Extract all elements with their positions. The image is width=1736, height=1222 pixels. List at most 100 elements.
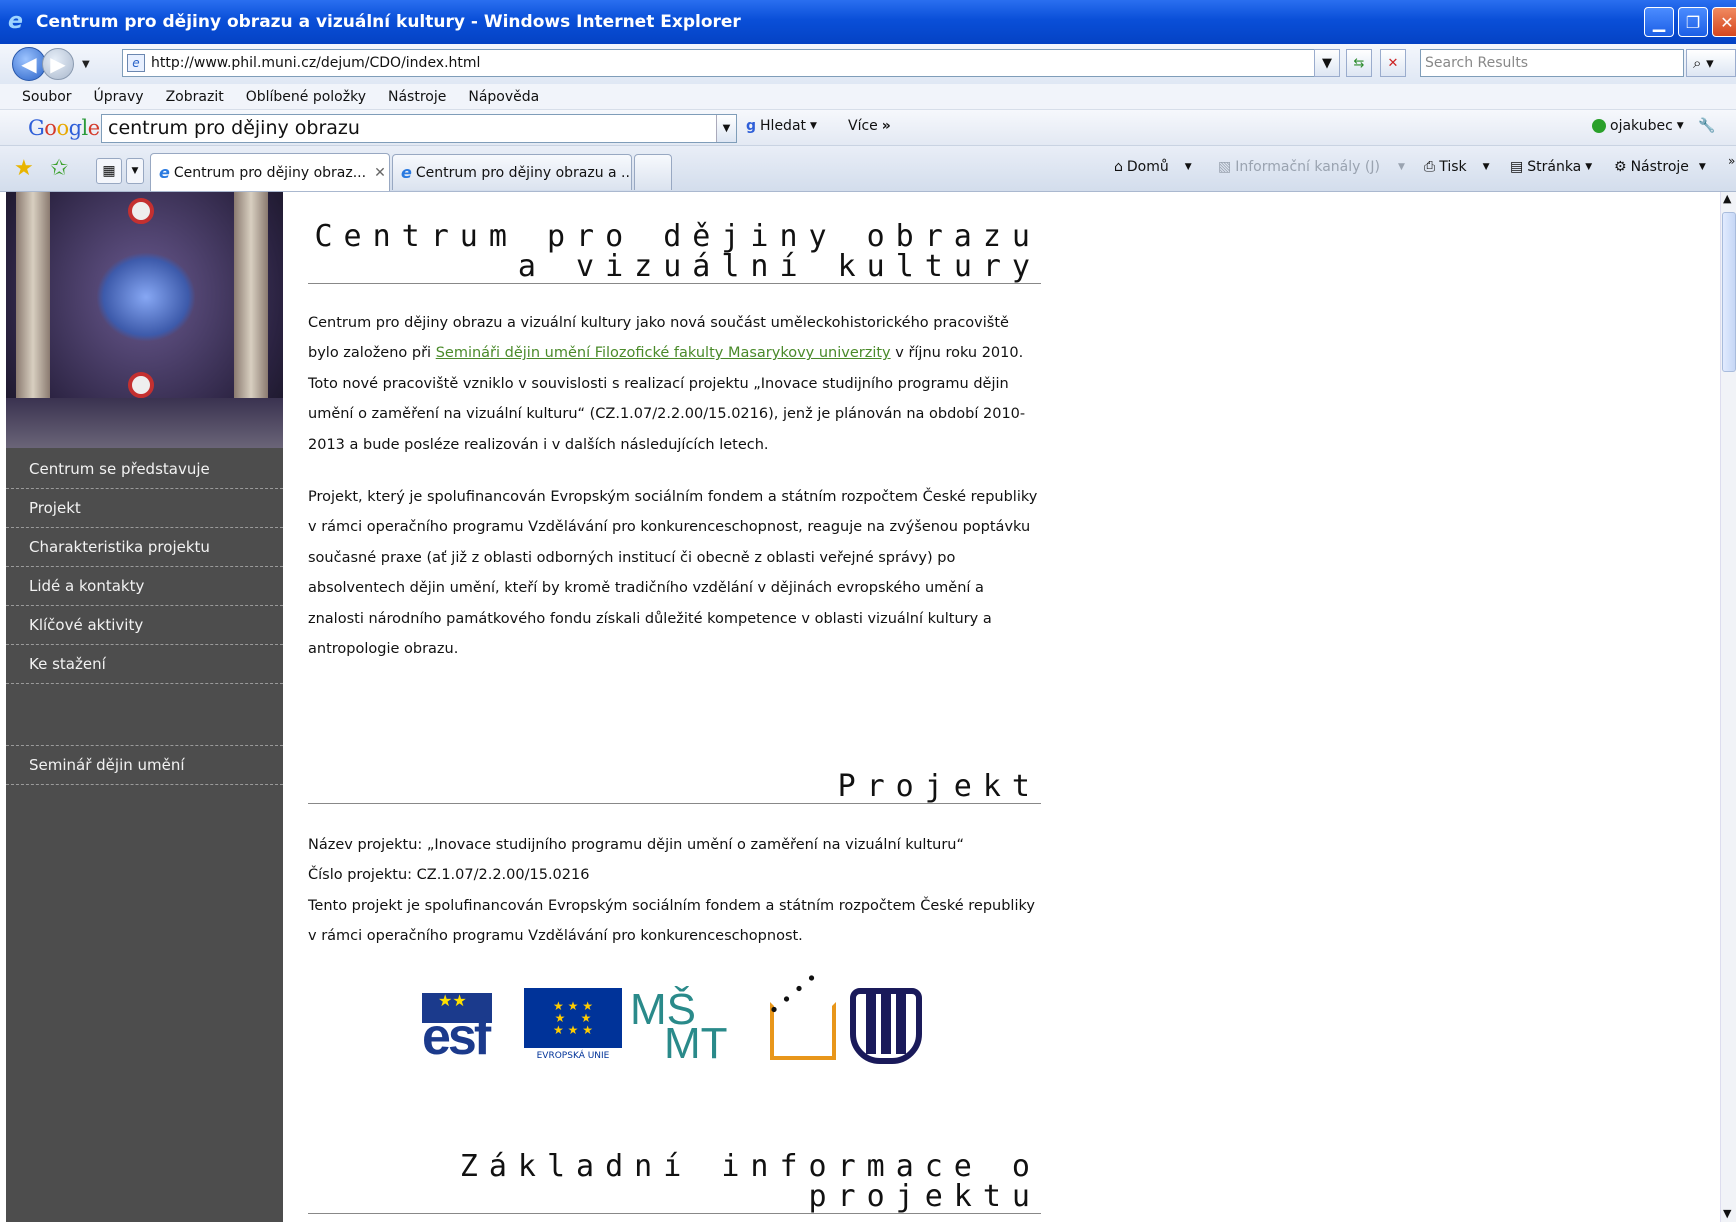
menu-tools[interactable]: Nástroje bbox=[388, 89, 446, 105]
ie-tab-icon: e bbox=[401, 163, 412, 182]
mu-bar-mid bbox=[881, 994, 891, 1054]
esf-text: esf bbox=[422, 1008, 491, 1066]
project-heading: Projekt bbox=[308, 772, 1041, 804]
menu-view[interactable]: Zobrazit bbox=[166, 89, 224, 105]
header-image bbox=[6, 192, 283, 448]
msmt-text-bottom: MT bbox=[664, 1019, 728, 1068]
window-title: Centrum pro dějiny obrazu a vizuální kul… bbox=[36, 12, 741, 32]
google-user-label: ojakubec bbox=[1610, 118, 1673, 134]
chevron-down-icon: ▼ bbox=[1397, 162, 1405, 172]
chevron-down-icon: ▼ bbox=[1482, 162, 1490, 172]
page-title: Centrum pro dějiny obrazu a vizuální kul… bbox=[308, 222, 1041, 284]
print-label: Tisk bbox=[1439, 159, 1467, 175]
google-account-button[interactable]: ojakubec ▼ bbox=[1592, 118, 1684, 134]
figure-shape bbox=[96, 252, 196, 342]
maximize-button[interactable]: ❐ bbox=[1678, 7, 1708, 37]
sidebar-item-ke-stazeni[interactable]: Ke stažení bbox=[6, 645, 283, 684]
page-menu-icon: ▤ bbox=[1510, 159, 1524, 175]
url-text: http://www.phil.muni.cz/dejum/CDO/index.… bbox=[151, 55, 481, 71]
menu-help[interactable]: Nápověda bbox=[468, 89, 539, 105]
close-button[interactable]: ✕ bbox=[1712, 7, 1736, 37]
page-content: Centrum se představuje Projekt Charakter… bbox=[0, 192, 1736, 1222]
quick-tabs-icon[interactable]: ▦ bbox=[96, 158, 122, 184]
url-dropdown-icon[interactable]: ▼ bbox=[1314, 49, 1340, 77]
menu-bar: Soubor Úpravy Zobrazit Oblíbené položky … bbox=[0, 84, 1736, 110]
mu-bar-right bbox=[896, 994, 906, 1054]
address-bar: ◀ ▶ ▼ e http://www.phil.muni.cz/dejum/CD… bbox=[0, 44, 1736, 84]
menu-edit[interactable]: Úpravy bbox=[94, 89, 144, 105]
refresh-icon[interactable]: ⇆ bbox=[1346, 49, 1372, 77]
status-dot-icon bbox=[1592, 119, 1606, 133]
google-search-input[interactable]: centrum pro dějiny obrazu bbox=[101, 114, 737, 143]
print-button[interactable]: ⎙ Tisk ▼ bbox=[1424, 159, 1490, 175]
window-controls: ▁ ❐ ✕ bbox=[1644, 7, 1736, 37]
tab-close-icon[interactable]: ✕ bbox=[374, 165, 386, 181]
ie-tab-icon: e bbox=[159, 163, 170, 182]
favorites-star-icon[interactable]: ★ bbox=[14, 156, 34, 181]
tab-bar: ★ ✩ ▦ ▼ e Centrum pro dějiny obraz... ✕ … bbox=[0, 146, 1736, 192]
eu-stars-icon: ★ ★ ★ ★ ★ ★ ★ ★ bbox=[553, 999, 593, 1037]
sidebar-item-lide[interactable]: Lidé a kontakty bbox=[6, 567, 283, 606]
menu-file[interactable]: Soubor bbox=[22, 89, 72, 105]
home-button[interactable]: ⌂ Domů ▼ bbox=[1114, 159, 1192, 175]
wrench-icon[interactable]: 🔧 bbox=[1698, 118, 1715, 134]
tab-label: Centrum pro dějiny obraz... bbox=[173, 164, 367, 181]
google-toolbar: Google centrum pro dějiny obrazu ▼ g Hle… bbox=[0, 110, 1736, 146]
sidebar-item-charakteristika[interactable]: Charakteristika projektu bbox=[6, 528, 283, 567]
scroll-up-icon[interactable]: ▲ bbox=[1723, 192, 1731, 205]
sidebar-item-projekt[interactable]: Projekt bbox=[6, 489, 283, 528]
intro-text-b: v říjnu roku 2010. Toto nové pracoviště … bbox=[308, 345, 1026, 453]
sidebar-spacer bbox=[6, 684, 283, 746]
project-info: Název projektu: „Inovace studijního prog… bbox=[308, 830, 1041, 952]
google-search-button[interactable]: g Hledat ▼ bbox=[746, 118, 817, 134]
red-disc-bottom bbox=[128, 372, 154, 398]
browser-window: e Centrum pro dějiny obrazu a vizuální k… bbox=[0, 0, 1736, 1222]
chevron-down-icon: ▼ bbox=[1585, 162, 1593, 172]
sidebar-item-centrum[interactable]: Centrum se představuje bbox=[6, 450, 283, 489]
feeds-label: Informační kanály (J) bbox=[1235, 159, 1380, 175]
chevron-down-icon: ▼ bbox=[1676, 121, 1684, 131]
url-input[interactable]: e http://www.phil.muni.cz/dejum/CDO/inde… bbox=[122, 49, 1340, 77]
google-g-icon: g bbox=[746, 118, 757, 134]
scrollbar-thumb[interactable] bbox=[1722, 212, 1736, 372]
esf-logo: ★★ esf bbox=[422, 989, 520, 1063]
menu-favorites[interactable]: Oblíbené položky bbox=[246, 89, 366, 105]
google-search-label: Hledat bbox=[760, 118, 807, 134]
eu-text: EVROPSKÁ UNIE bbox=[524, 1048, 622, 1064]
mu-bar-left bbox=[866, 994, 876, 1054]
sidebar-item-aktivity[interactable]: Klíčové aktivity bbox=[6, 606, 283, 645]
add-favorite-icon[interactable]: ✩ bbox=[50, 156, 68, 181]
tab-label: Centrum pro dějiny obrazu a ... bbox=[415, 164, 632, 181]
new-tab-button[interactable] bbox=[634, 154, 672, 190]
search-input[interactable]: Search Results bbox=[1420, 49, 1684, 77]
chevron-down-icon: ▼ bbox=[1184, 162, 1192, 172]
project-funding: Tento projekt je spolufinancován Evropsk… bbox=[308, 897, 1035, 945]
chevron-down-icon: ▼ bbox=[1698, 162, 1706, 172]
google-search-dropdown-icon[interactable]: ▼ bbox=[716, 115, 736, 142]
history-dropdown-icon[interactable]: ▼ bbox=[82, 59, 90, 70]
tab-centrum-1[interactable]: e Centrum pro dějiny obraz... ✕ bbox=[150, 153, 390, 191]
double-chevron-icon: » bbox=[881, 118, 891, 134]
tab-centrum-2[interactable]: e Centrum pro dějiny obrazu a ... bbox=[392, 154, 632, 190]
seminar-link[interactable]: Semináři dějin umění Filozofické fakulty… bbox=[436, 345, 891, 361]
google-logo: Google bbox=[28, 115, 100, 140]
forward-button[interactable]: ▶ bbox=[42, 48, 74, 80]
sidebar-nav: Centrum se představuje Projekt Charakter… bbox=[6, 450, 283, 785]
search-icon[interactable]: ⌕ ▾ bbox=[1686, 49, 1736, 77]
stop-icon[interactable]: ✕ bbox=[1380, 49, 1406, 77]
minimize-button[interactable]: ▁ bbox=[1644, 7, 1674, 37]
gear-icon: ⚙ bbox=[1614, 159, 1627, 175]
feeds-button[interactable]: ▧ Informační kanály (J) ▼ bbox=[1218, 159, 1405, 175]
toolbar-overflow-icon[interactable]: » bbox=[1728, 154, 1735, 168]
rss-icon: ▧ bbox=[1218, 159, 1232, 175]
tab-list-dropdown-icon[interactable]: ▼ bbox=[126, 158, 144, 184]
page-button[interactable]: ▤ Stránka ▼ bbox=[1510, 159, 1592, 175]
sidebar-item-seminar[interactable]: Seminář dějin umění bbox=[6, 746, 283, 785]
home-label: Domů bbox=[1126, 159, 1169, 175]
back-button[interactable]: ◀ bbox=[12, 47, 46, 81]
project-paragraph: Projekt, který je spolufinancován Evrops… bbox=[308, 489, 1038, 658]
tools-button[interactable]: ⚙ Nástroje ▼ bbox=[1614, 159, 1706, 175]
sidebar: Centrum se představuje Projekt Charakter… bbox=[6, 192, 283, 1222]
google-more-button[interactable]: Více » bbox=[848, 118, 891, 134]
scroll-down-icon[interactable]: ▼ bbox=[1723, 1207, 1731, 1220]
